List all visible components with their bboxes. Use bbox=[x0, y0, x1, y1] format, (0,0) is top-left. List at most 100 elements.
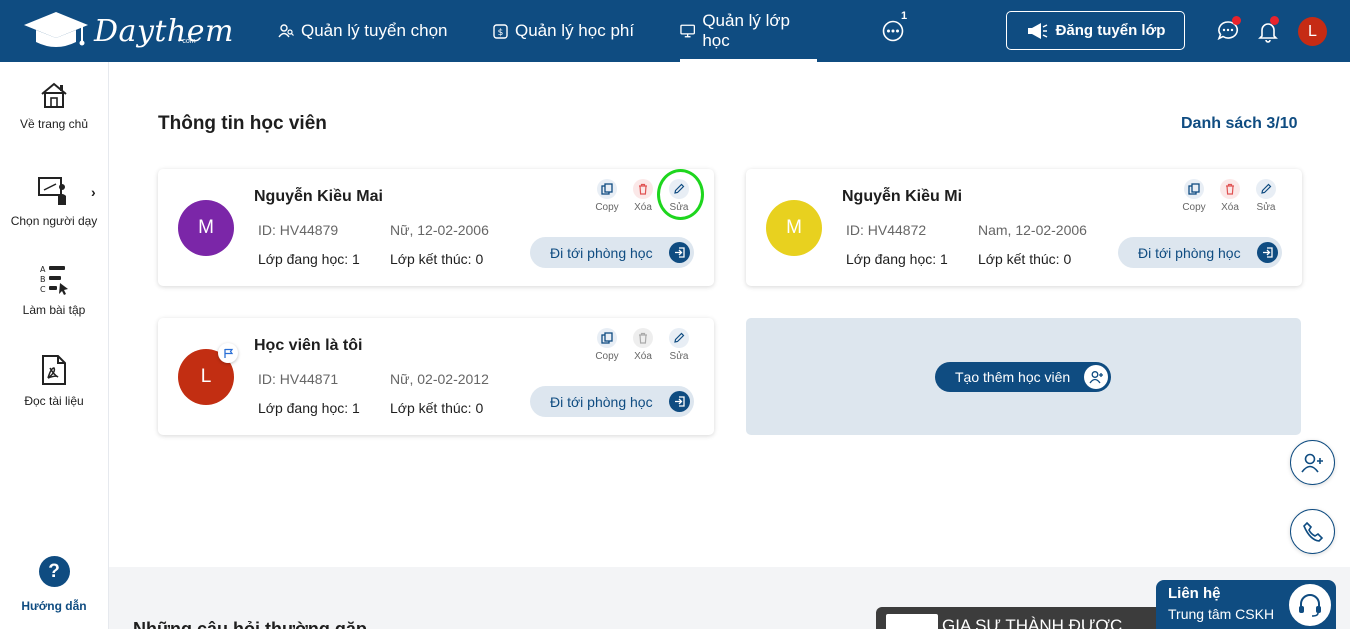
student-id: ID: HV44879 bbox=[258, 222, 339, 238]
current-classes: Lớp đang học: 1 bbox=[846, 251, 948, 267]
promo-logo bbox=[886, 614, 938, 629]
student-card: L Học viên là tôi ID: HV44871 Nữ, 02-02-… bbox=[158, 318, 714, 435]
nav-class-management[interactable]: Quản lý lớp học bbox=[680, 0, 817, 62]
quiz-icon: ABC bbox=[40, 265, 68, 295]
copy-button[interactable]: Copy bbox=[592, 179, 622, 213]
go-to-classroom-label: Đi tới phòng học bbox=[550, 244, 653, 261]
sidebar-item-label: Về trang chủ bbox=[19, 117, 89, 131]
student-id: ID: HV44871 bbox=[258, 371, 339, 387]
headset-icon bbox=[1299, 594, 1321, 617]
pencil-icon bbox=[674, 332, 685, 343]
help-icon: ? bbox=[38, 556, 70, 587]
highlight-ring bbox=[657, 169, 704, 220]
bell-notification-dot bbox=[1270, 16, 1279, 25]
top-navbar: Daythem • com Quản lý tuyển chọn $ Quản … bbox=[0, 0, 1350, 62]
student-id: ID: HV44872 bbox=[846, 222, 927, 238]
sidebar-item-home[interactable]: Về trang chủ bbox=[0, 81, 108, 131]
enter-icon bbox=[675, 396, 685, 407]
sidebar-help[interactable]: ? Hướng dẫn bbox=[0, 556, 108, 613]
home-icon bbox=[41, 82, 67, 108]
post-class-button[interactable]: Đăng tuyển lớp bbox=[1006, 11, 1185, 50]
edit-button[interactable]: Sửa bbox=[1251, 179, 1281, 213]
delete-label: Xóa bbox=[634, 351, 652, 362]
dollar-icon: $ bbox=[493, 23, 508, 39]
create-student-label: Tạo thêm học viên bbox=[955, 369, 1071, 385]
delete-button-disabled: Xóa bbox=[628, 328, 658, 362]
create-student-panel: Tạo thêm học viên bbox=[746, 318, 1301, 435]
sidebar: Về trang chủ Chọn người dạy › ABC Làm bà… bbox=[0, 62, 109, 629]
float-add-user-button[interactable] bbox=[1290, 440, 1335, 485]
promo-text: GIA SƯ THÀNH ĐƯỢC bbox=[942, 616, 1123, 629]
flag-badge bbox=[218, 343, 238, 363]
list-count: Danh sách 3/10 bbox=[1181, 115, 1298, 132]
enter-icon bbox=[1263, 247, 1273, 258]
delete-label: Xóa bbox=[1221, 202, 1239, 213]
chevron-right-icon[interactable]: › bbox=[91, 184, 96, 200]
more-options-icon[interactable] bbox=[882, 20, 904, 42]
student-name: Nguyễn Kiều Mi bbox=[842, 188, 963, 205]
go-to-classroom-button[interactable]: Đi tới phòng học bbox=[530, 237, 694, 268]
edit-label: Sửa bbox=[669, 351, 689, 362]
copy-button[interactable]: Copy bbox=[592, 328, 622, 362]
finished-classes: Lớp kết thúc: 0 bbox=[390, 400, 484, 416]
nav-recruitment[interactable]: Quản lý tuyển chọn bbox=[278, 0, 447, 62]
sidebar-item-documents[interactable]: Đọc tài liệu bbox=[0, 354, 108, 408]
sidebar-item-exercises[interactable]: ABC Làm bài tập bbox=[0, 263, 108, 317]
svg-text:C: C bbox=[40, 285, 46, 294]
delete-button[interactable]: Xóa bbox=[628, 179, 658, 213]
copy-label: Copy bbox=[595, 202, 619, 213]
enter-icon bbox=[675, 247, 685, 258]
phone-icon bbox=[1302, 521, 1323, 542]
chat-notification-dot bbox=[1232, 16, 1241, 25]
page-title: Thông tin học viên bbox=[158, 113, 327, 134]
student-info: Nữ, 02-02-2012 bbox=[390, 371, 489, 387]
student-card: M Nguyễn Kiều Mai ID: HV44879 Nữ, 12-02-… bbox=[158, 169, 714, 286]
contact-widget[interactable]: Liên hệ Trung tâm CSKH bbox=[1156, 580, 1336, 629]
svg-text:$: $ bbox=[498, 28, 504, 38]
faq-title: Những câu hỏi thường gặp bbox=[133, 619, 367, 629]
student-name: Nguyễn Kiều Mai bbox=[254, 188, 383, 205]
add-user-icon bbox=[1300, 453, 1323, 472]
student-avatar: M bbox=[766, 200, 822, 256]
copy-label: Copy bbox=[1182, 202, 1206, 213]
current-classes: Lớp đang học: 1 bbox=[258, 400, 360, 416]
sidebar-item-label: Làm bài tập bbox=[22, 303, 86, 317]
post-class-label: Đăng tuyển lớp bbox=[1055, 22, 1166, 39]
nav-tuition[interactable]: $ Quản lý học phí bbox=[493, 0, 634, 62]
go-to-classroom-button[interactable]: Đi tới phòng học bbox=[530, 386, 694, 417]
go-to-classroom-button[interactable]: Đi tới phòng học bbox=[1118, 237, 1282, 268]
student-info: Nam, 12-02-2006 bbox=[978, 222, 1087, 238]
pencil-icon bbox=[1261, 183, 1272, 194]
go-to-classroom-label: Đi tới phòng học bbox=[1138, 244, 1241, 261]
delete-label: Xóa bbox=[634, 202, 652, 213]
edit-label: Sửa bbox=[1256, 202, 1276, 213]
nav-recruitment-label: Quản lý tuyển chọn bbox=[301, 21, 448, 40]
nav-class-management-label: Quản lý lớp học bbox=[702, 11, 791, 50]
svg-text:A: A bbox=[40, 265, 46, 274]
trash-icon bbox=[639, 332, 647, 344]
logo-text: Daythem bbox=[94, 13, 234, 49]
finished-classes: Lớp kết thúc: 0 bbox=[390, 251, 484, 267]
finished-classes: Lớp kết thúc: 0 bbox=[978, 251, 1072, 267]
delete-button[interactable]: Xóa bbox=[1215, 179, 1245, 213]
help-label: Hướng dẫn bbox=[21, 599, 87, 613]
people-search-icon bbox=[278, 24, 294, 38]
promo-banner[interactable]: GIA SƯ THÀNH ĐƯỢC bbox=[876, 607, 1166, 629]
logo[interactable]: Daythem bbox=[22, 10, 234, 52]
copy-button[interactable]: Copy bbox=[1179, 179, 1209, 213]
user-avatar[interactable]: L bbox=[1298, 17, 1327, 46]
teacher-board-icon bbox=[38, 177, 66, 205]
flag-icon bbox=[223, 348, 233, 358]
trash-icon bbox=[1226, 183, 1234, 195]
copy-icon bbox=[1188, 183, 1200, 195]
copy-icon bbox=[601, 332, 613, 344]
megaphone-icon bbox=[1027, 22, 1047, 39]
copy-icon bbox=[601, 183, 613, 195]
go-to-classroom-label: Đi tới phòng học bbox=[550, 393, 653, 410]
edit-button[interactable]: Sửa bbox=[664, 328, 694, 362]
current-classes: Lớp đang học: 1 bbox=[258, 251, 360, 267]
headset-badge bbox=[1287, 582, 1333, 628]
float-call-button[interactable] bbox=[1290, 509, 1335, 554]
create-student-button[interactable]: Tạo thêm học viên bbox=[935, 362, 1111, 392]
logo-subtext: • com bbox=[178, 38, 196, 45]
